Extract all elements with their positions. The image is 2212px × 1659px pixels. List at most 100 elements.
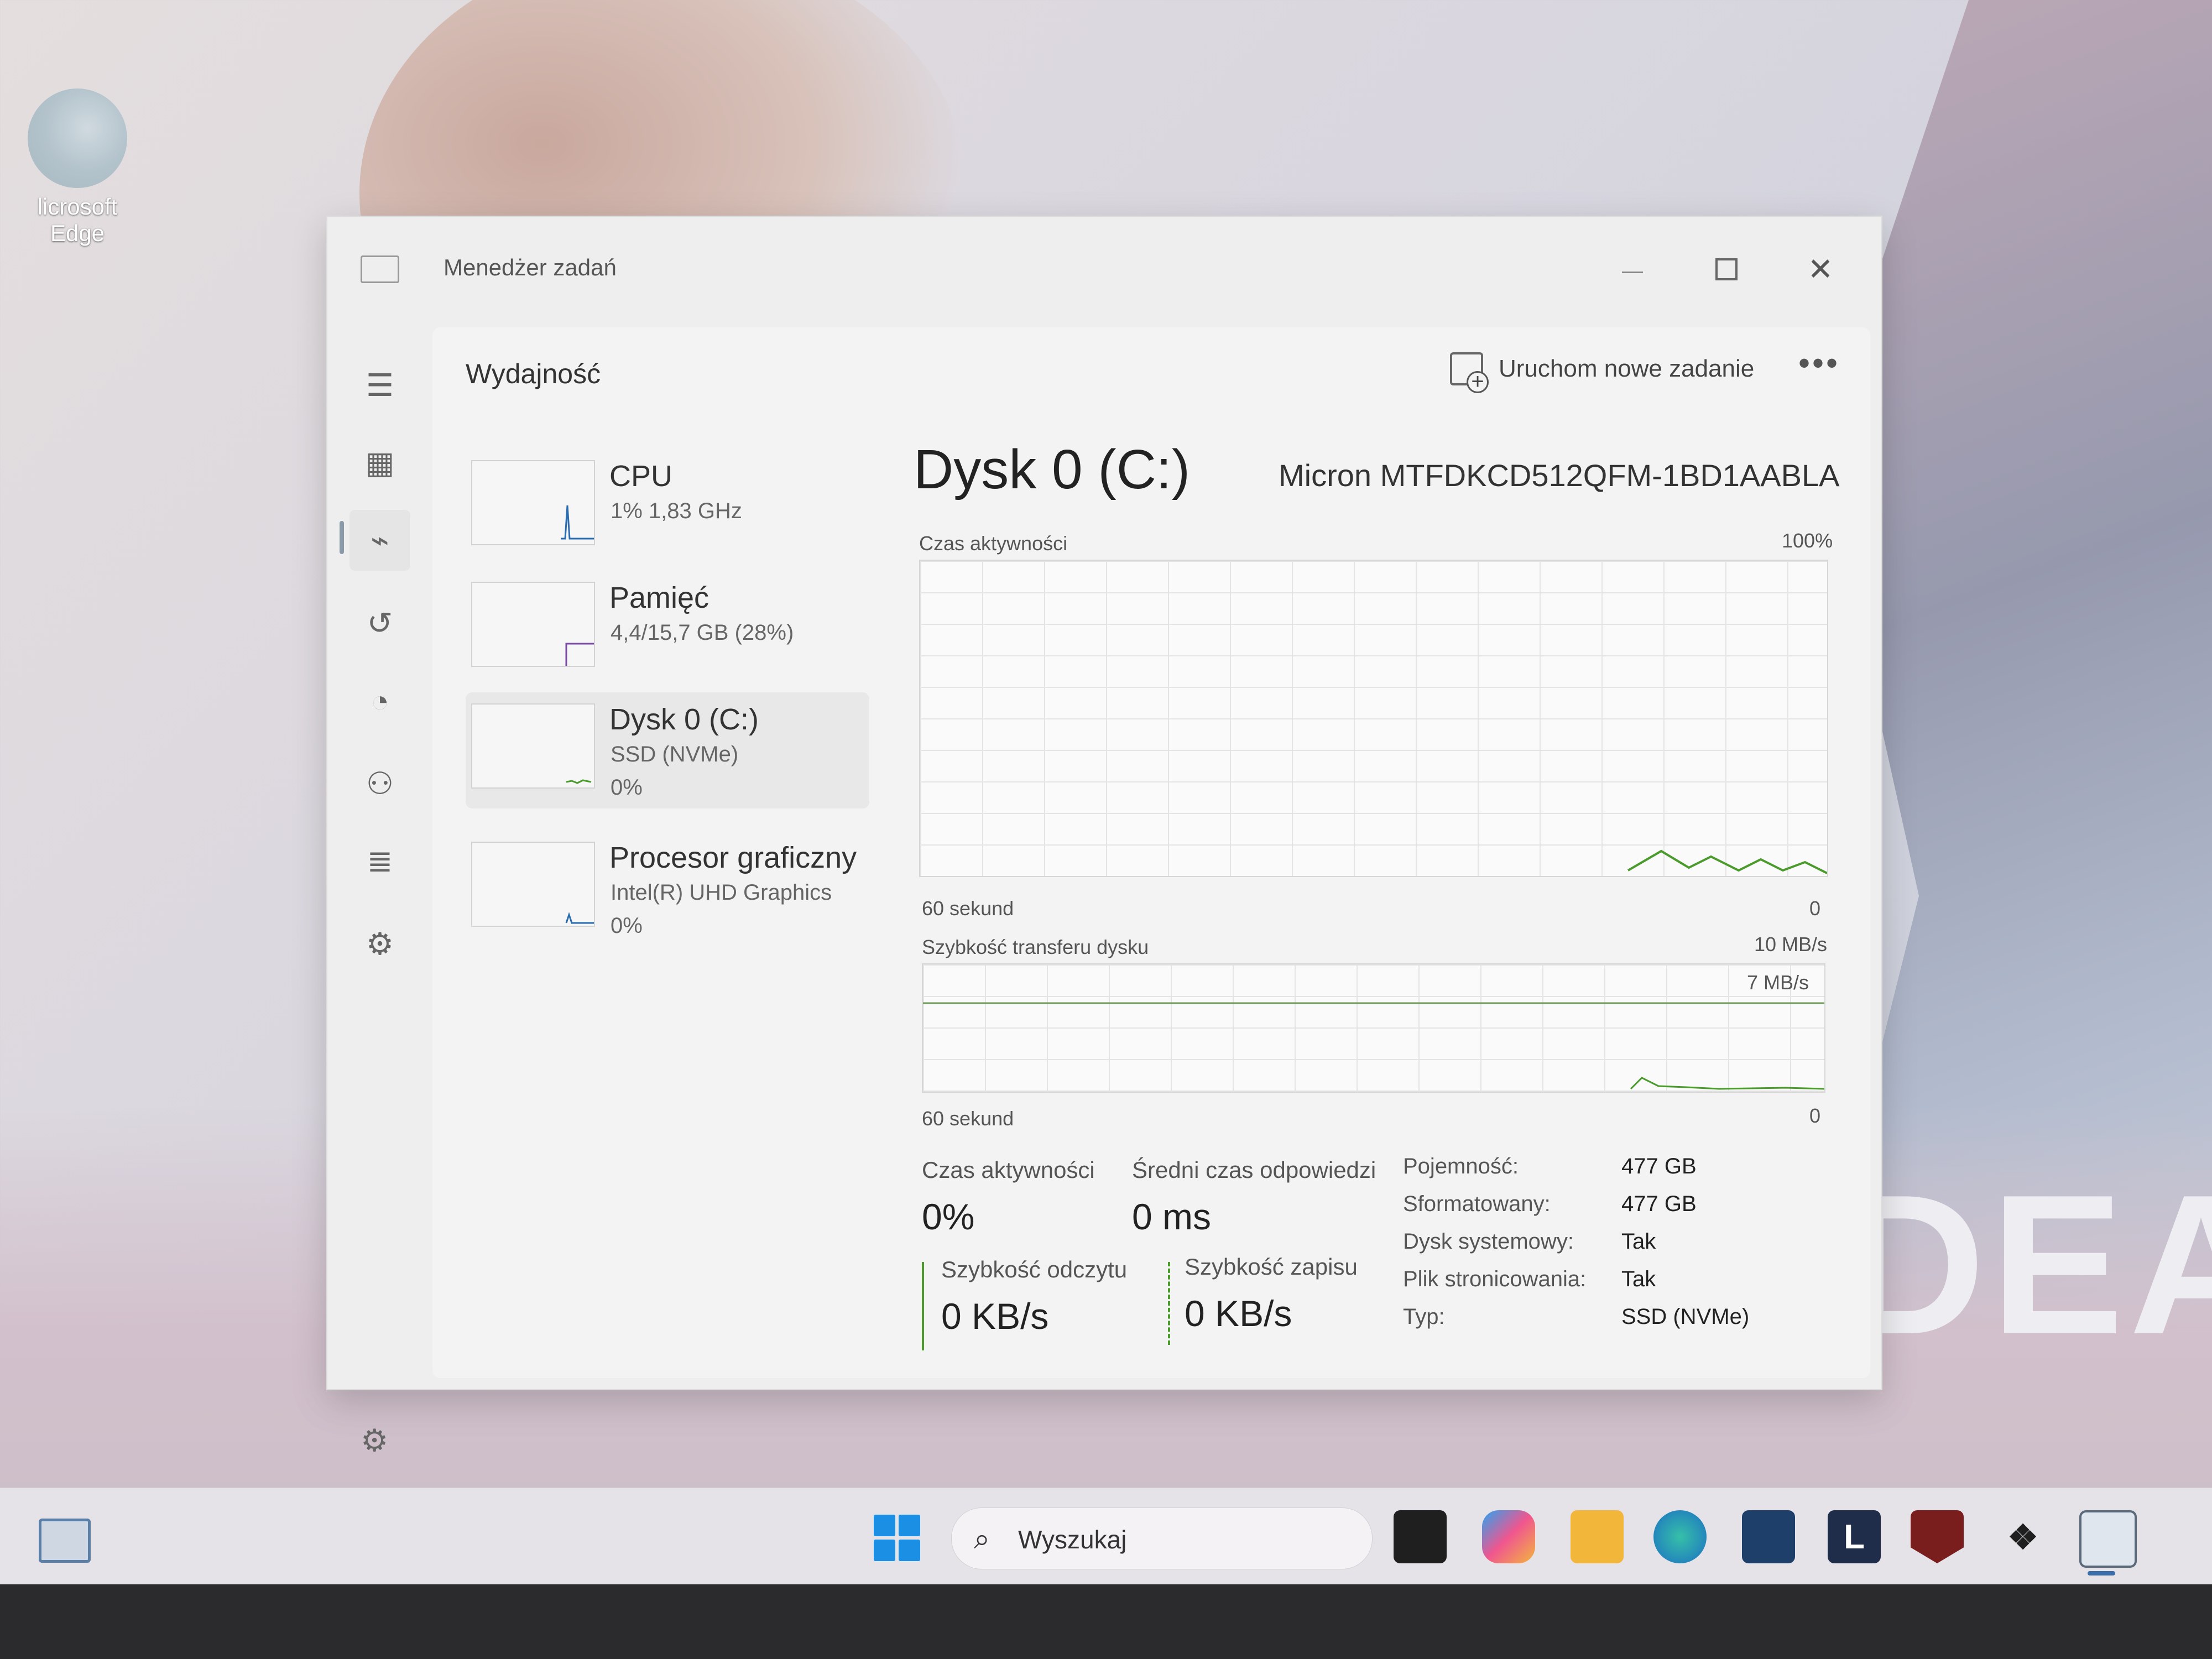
cpu-thumbnail-graph: [471, 460, 595, 545]
details-icon: ≣: [367, 843, 393, 878]
read-speed-value: 0 KB/s: [941, 1296, 1049, 1337]
taskbar-app-dropbox[interactable]: ❖: [1996, 1510, 2049, 1563]
response-time-value: 0 ms: [1132, 1196, 1212, 1237]
activity-chart-max: 100%: [1782, 529, 1833, 552]
taskbar-app-lenovo[interactable]: L: [1828, 1510, 1881, 1563]
read-speed-indicator: [922, 1262, 924, 1350]
taskbar-app-store[interactable]: [1742, 1510, 1795, 1563]
perf-item-sub: 4,4/15,7 GB (28%): [611, 620, 794, 645]
perf-item-memory[interactable]: Pamięć 4,4/15,7 GB (28%): [466, 571, 869, 687]
activity-graph: [919, 560, 1828, 877]
new-task-icon: [1450, 352, 1489, 393]
active-time-label: Czas aktywności: [922, 1157, 1095, 1183]
taskbar-app-edge[interactable]: [1653, 1510, 1707, 1563]
window-title: Menedżer zadań: [444, 254, 617, 280]
search-placeholder: Wyszukaj: [1018, 1525, 1127, 1554]
task-manager-icon: [361, 255, 399, 283]
dropbox-icon: ❖: [2007, 1518, 2038, 1557]
perf-item-name: Pamięć: [609, 581, 709, 614]
perf-item-name: CPU: [609, 460, 673, 493]
desktop-icon-label: licrosoft Edge: [37, 194, 118, 246]
disk-thumbnail-graph: [471, 703, 595, 789]
app-history-icon: ↺: [367, 606, 393, 640]
taskbar: ⌕ Wyszukaj L ❖: [0, 1488, 2212, 1585]
perf-item-usage: 0%: [611, 775, 643, 800]
property-label: Sformatowany:: [1403, 1192, 1551, 1216]
more-options-button[interactable]: •••: [1798, 344, 1840, 382]
nav-startup[interactable]: ◔: [349, 670, 410, 731]
taskbar-app-task-manager[interactable]: [2079, 1510, 2137, 1568]
performance-icon: ⌁: [371, 523, 389, 557]
taskbar-app-copilot[interactable]: [1482, 1510, 1535, 1563]
users-icon: ⚇: [366, 766, 394, 801]
response-time-label: Średni czas odpowiedzi: [1132, 1157, 1376, 1183]
property-label: Typ:: [1403, 1305, 1445, 1329]
perf-item-disk0[interactable]: Dysk 0 (C:) SSD (NVMe) 0%: [466, 692, 869, 808]
nav-users[interactable]: ⚇: [349, 753, 410, 814]
perf-item-sub: Intel(R) UHD Graphics: [611, 880, 832, 905]
windows-logo-icon: [874, 1540, 895, 1561]
taskbar-app-explorer[interactable]: [1571, 1510, 1624, 1563]
close-button[interactable]: ✕: [1787, 239, 1854, 300]
desktop-icon-edge[interactable]: licrosoft Edge: [11, 88, 144, 247]
transfer-chart-max: 10 MB/s: [1754, 933, 1828, 956]
write-speed-value: 0 KB/s: [1185, 1293, 1292, 1334]
taskbar-app-mcafee[interactable]: [1911, 1510, 1964, 1563]
hamburger-icon: ☰: [366, 368, 394, 403]
page-title: Wydajność: [466, 358, 601, 389]
run-new-task-label: Uruchom nowe zadanie: [1499, 355, 1755, 382]
property-label: Pojemność:: [1403, 1154, 1519, 1178]
active-app-indicator: [2088, 1571, 2115, 1575]
activity-chart-label: Czas aktywności: [919, 532, 1068, 555]
nav-performance[interactable]: ⌁: [349, 510, 410, 571]
perf-item-usage: 0%: [611, 914, 643, 938]
minimize-button[interactable]: [1599, 239, 1666, 300]
settings-button[interactable]: ⚙: [361, 1422, 388, 1459]
property-value: 477 GB: [1621, 1154, 1697, 1178]
windows-logo-icon: [899, 1515, 920, 1536]
maximize-icon: [1715, 258, 1738, 280]
transfer-chart-min: 0: [1809, 1104, 1821, 1127]
transfer-chart-label: Szybkość transferu dysku: [922, 936, 1149, 958]
memory-thumbnail-graph: [471, 582, 595, 667]
windows-logo-icon: [874, 1515, 895, 1536]
property-label: Dysk systemowy:: [1403, 1229, 1574, 1254]
perf-item-cpu[interactable]: CPU 1% 1,83 GHz: [466, 449, 869, 565]
windows-logo-icon: [899, 1540, 920, 1561]
laptop-bezel: [0, 1584, 2212, 1659]
start-button[interactable]: [874, 1515, 920, 1561]
nav-app-history[interactable]: ↺: [349, 593, 410, 654]
nav-processes[interactable]: ▦: [349, 432, 410, 493]
disk-model: Micron MTFDKCD512QFM-1BD1AABLA: [1279, 458, 1840, 493]
run-new-task-button[interactable]: Uruchom nowe zadanie: [1450, 352, 1755, 393]
lenovo-l-icon: L: [1844, 1517, 1865, 1556]
activity-chart-min: 0: [1809, 897, 1821, 920]
nav-services[interactable]: ⚙: [349, 914, 410, 974]
property-label: Plik stronicowania:: [1403, 1267, 1587, 1291]
transfer-x-label: 60 sekund: [922, 1107, 1014, 1130]
widgets-button[interactable]: [39, 1519, 91, 1563]
services-icon: ⚙: [366, 926, 394, 961]
active-time-value: 0%: [922, 1196, 975, 1237]
perf-item-name: Procesor graficzny: [609, 841, 857, 874]
taskbar-app-taskview[interactable]: [1394, 1510, 1447, 1563]
detail-title: Dysk 0 (C:): [914, 439, 1190, 500]
nav-rail: ☰ ▦ ⌁ ↺ ◔ ⚇ ≣ ⚙ ⚙: [327, 322, 432, 1458]
title-bar[interactable]: Menedżer zadań ✕: [327, 217, 1881, 322]
maximize-button[interactable]: [1693, 239, 1760, 300]
nav-active-indicator: [340, 521, 344, 554]
hamburger-button[interactable]: ☰: [349, 355, 410, 416]
perf-item-gpu[interactable]: Procesor graficzny Intel(R) UHD Graphics…: [466, 831, 869, 947]
nav-details[interactable]: ≣: [349, 831, 410, 891]
property-value: 477 GB: [1621, 1192, 1697, 1216]
property-value: Tak: [1621, 1267, 1656, 1291]
settings-icon: ⚙: [361, 1423, 389, 1458]
write-speed-label: Szybkość zapisu: [1185, 1254, 1358, 1280]
write-speed-indicator: [1168, 1262, 1170, 1345]
taskbar-search[interactable]: ⌕ Wyszukaj: [951, 1507, 1373, 1569]
edge-icon: [28, 88, 127, 188]
performance-page: Wydajność Uruchom nowe zadanie ••• CPU 1…: [432, 327, 1870, 1378]
task-manager-window: Menedżer zadań ✕ ☰ ▦ ⌁ ↺ ◔ ⚇ ≣ ⚙ ⚙ Wydaj…: [326, 216, 1882, 1458]
read-speed-label: Szybkość odczytu: [941, 1256, 1128, 1282]
property-value: SSD (NVMe): [1621, 1305, 1750, 1329]
